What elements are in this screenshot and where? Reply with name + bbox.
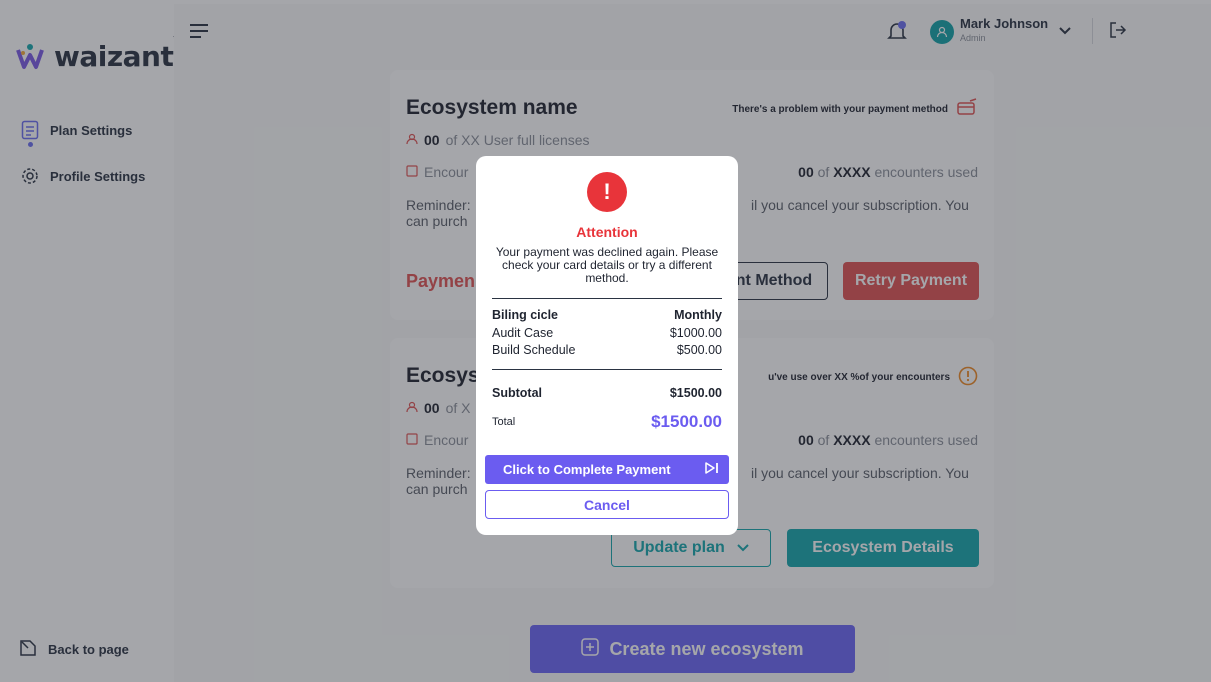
dialog-message: Your payment was declined again. Please … <box>495 245 719 285</box>
divider <box>492 298 722 299</box>
line-item: Build Schedule $500.00 <box>492 343 722 357</box>
dialog-title: Attention <box>576 224 638 240</box>
cancel-button[interactable]: Cancel <box>485 490 729 519</box>
complete-payment-button[interactable]: Click to Complete Payment <box>485 455 729 484</box>
subtotal-row: Subtotal $1500.00 <box>492 386 722 400</box>
billing-cycle-row: Biling cicle Monthly <box>492 308 722 322</box>
line-item: Audit Case $1000.00 <box>492 326 722 340</box>
total-row: Total $1500.00 <box>492 412 722 431</box>
total-amount: $1500.00 <box>651 412 722 431</box>
skip-forward-icon <box>705 462 719 477</box>
exclamation-icon: ! <box>587 172 627 212</box>
payment-declined-dialog: ! Attention Your payment was declined ag… <box>476 156 738 535</box>
divider <box>492 369 722 370</box>
